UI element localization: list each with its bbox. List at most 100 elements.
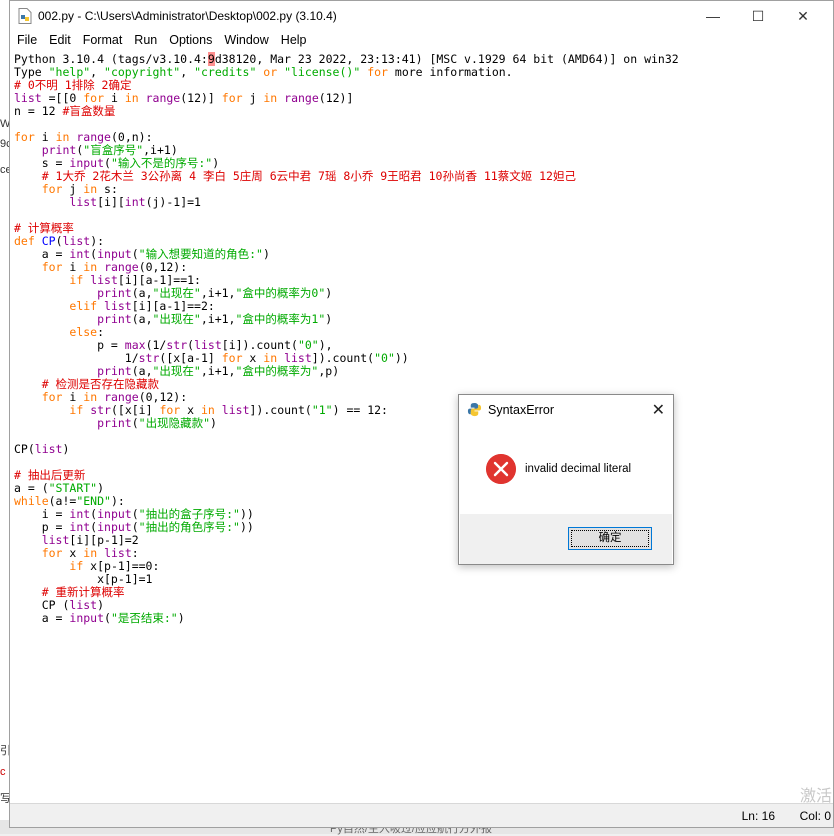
- activation-watermark: 激活: [799, 788, 832, 805]
- code-token: (12)]: [318, 91, 354, 105]
- code-token: )): [394, 351, 409, 365]
- code-token: [i][p-1]=2: [69, 533, 139, 547]
- menu-edit[interactable]: Edit: [48, 31, 77, 51]
- code-token: list: [221, 403, 250, 417]
- status-line: Ln: 16: [741, 809, 775, 823]
- code-token: :: [131, 546, 139, 560]
- code-token: ([x[i]: [110, 403, 160, 417]
- code-token: input: [97, 507, 132, 521]
- code-token: "输入不是的序号:": [110, 156, 213, 170]
- code-token: i =: [14, 507, 70, 521]
- maximize-button[interactable]: ☐: [735, 3, 781, 29]
- code-token: int: [69, 520, 91, 534]
- code-token: or: [256, 65, 285, 79]
- dialog-close-icon[interactable]: ✕: [652, 400, 665, 420]
- code-token: CP (: [14, 598, 70, 612]
- code-token: # 检测是否存在隐藏款: [41, 377, 160, 391]
- code-token: "0": [297, 338, 319, 352]
- close-button[interactable]: ✕: [780, 3, 826, 29]
- minimize-button[interactable]: —: [690, 3, 736, 29]
- code-token: range: [145, 91, 181, 105]
- code-line: a = input("是否结束:"): [14, 612, 829, 625]
- code-line: # 重新计算概率: [14, 586, 829, 599]
- code-token: list: [104, 299, 132, 313]
- code-token: )): [239, 507, 254, 521]
- code-token: CP: [41, 234, 56, 248]
- code-token: CP(: [14, 442, 35, 456]
- code-token: print: [41, 143, 77, 157]
- code-token: (j)-1]=1: [145, 195, 201, 209]
- code-token: range: [104, 390, 139, 404]
- code-token: [i]).count(: [221, 338, 298, 352]
- code-token: in: [83, 546, 98, 560]
- code-token: )): [239, 520, 254, 534]
- code-token: [i][a-1]==1:: [117, 273, 201, 287]
- code-token: s =: [14, 156, 70, 170]
- code-token: # 抽出后更新: [14, 468, 86, 482]
- code-token: (1/: [145, 338, 167, 352]
- error-message: invalid decimal literal: [525, 463, 632, 475]
- code-token: list: [90, 273, 118, 287]
- idle-editor-window: 002.py - C:\Users\Administrator\Desktop\…: [9, 0, 834, 828]
- code-line: print("出现隐藏款"): [14, 417, 829, 430]
- code-token: "1": [311, 403, 333, 417]
- code-token: for: [367, 65, 388, 79]
- code-token: x: [242, 351, 264, 365]
- dialog-footer: 确定: [460, 514, 672, 564]
- code-token: "出现隐藏款": [138, 416, 211, 430]
- code-token: j: [242, 91, 264, 105]
- code-token: list: [34, 442, 63, 456]
- code-token: ]).count(: [311, 351, 375, 365]
- code-line: CP(list): [14, 443, 829, 456]
- code-token: (a!=: [48, 494, 77, 508]
- code-token: list: [14, 91, 42, 105]
- code-token: "credits": [194, 65, 257, 79]
- code-token: else: [69, 325, 98, 339]
- menu-window[interactable]: Window: [223, 31, 274, 51]
- code-token: ,i+1,: [200, 286, 236, 300]
- code-token: max: [124, 338, 146, 352]
- code-token: :: [97, 325, 105, 339]
- code-token: list: [69, 195, 98, 209]
- code-editor[interactable]: Python 3.10.4 (tags/v3.10.4:9d38120, Mar…: [14, 52, 829, 803]
- code-token: def: [14, 234, 35, 248]
- menu-file[interactable]: File: [16, 31, 43, 51]
- code-token: print: [97, 312, 132, 326]
- code-token: p =: [14, 338, 125, 352]
- code-token: more information.: [387, 65, 513, 79]
- code-token: ,i+1,: [200, 364, 236, 378]
- code-token: =[[0: [41, 91, 84, 105]
- code-line: x[p-1]=1: [14, 573, 829, 586]
- code-token: int: [69, 247, 91, 261]
- code-token: str: [166, 338, 188, 352]
- code-token: "出现在": [152, 364, 201, 378]
- menu-options[interactable]: Options: [168, 31, 218, 51]
- code-line: n = 12 #盲盒数量: [14, 105, 829, 118]
- code-token: ): [262, 247, 270, 261]
- code-token: if: [69, 403, 84, 417]
- dialog-title: SyntaxError: [488, 403, 554, 417]
- menu-help[interactable]: Help: [280, 31, 313, 51]
- code-token: ): [325, 286, 333, 300]
- code-line: # 抽出后更新: [14, 469, 829, 482]
- title-bar[interactable]: 002.py - C:\Users\Administrator\Desktop\…: [10, 1, 833, 31]
- menu-format[interactable]: Format: [82, 31, 129, 51]
- code-token: ):: [90, 234, 105, 248]
- code-token: list: [41, 533, 70, 547]
- code-token: ]).count(: [249, 403, 312, 417]
- ok-button[interactable]: 确定: [568, 527, 652, 550]
- menu-run[interactable]: Run: [133, 31, 163, 51]
